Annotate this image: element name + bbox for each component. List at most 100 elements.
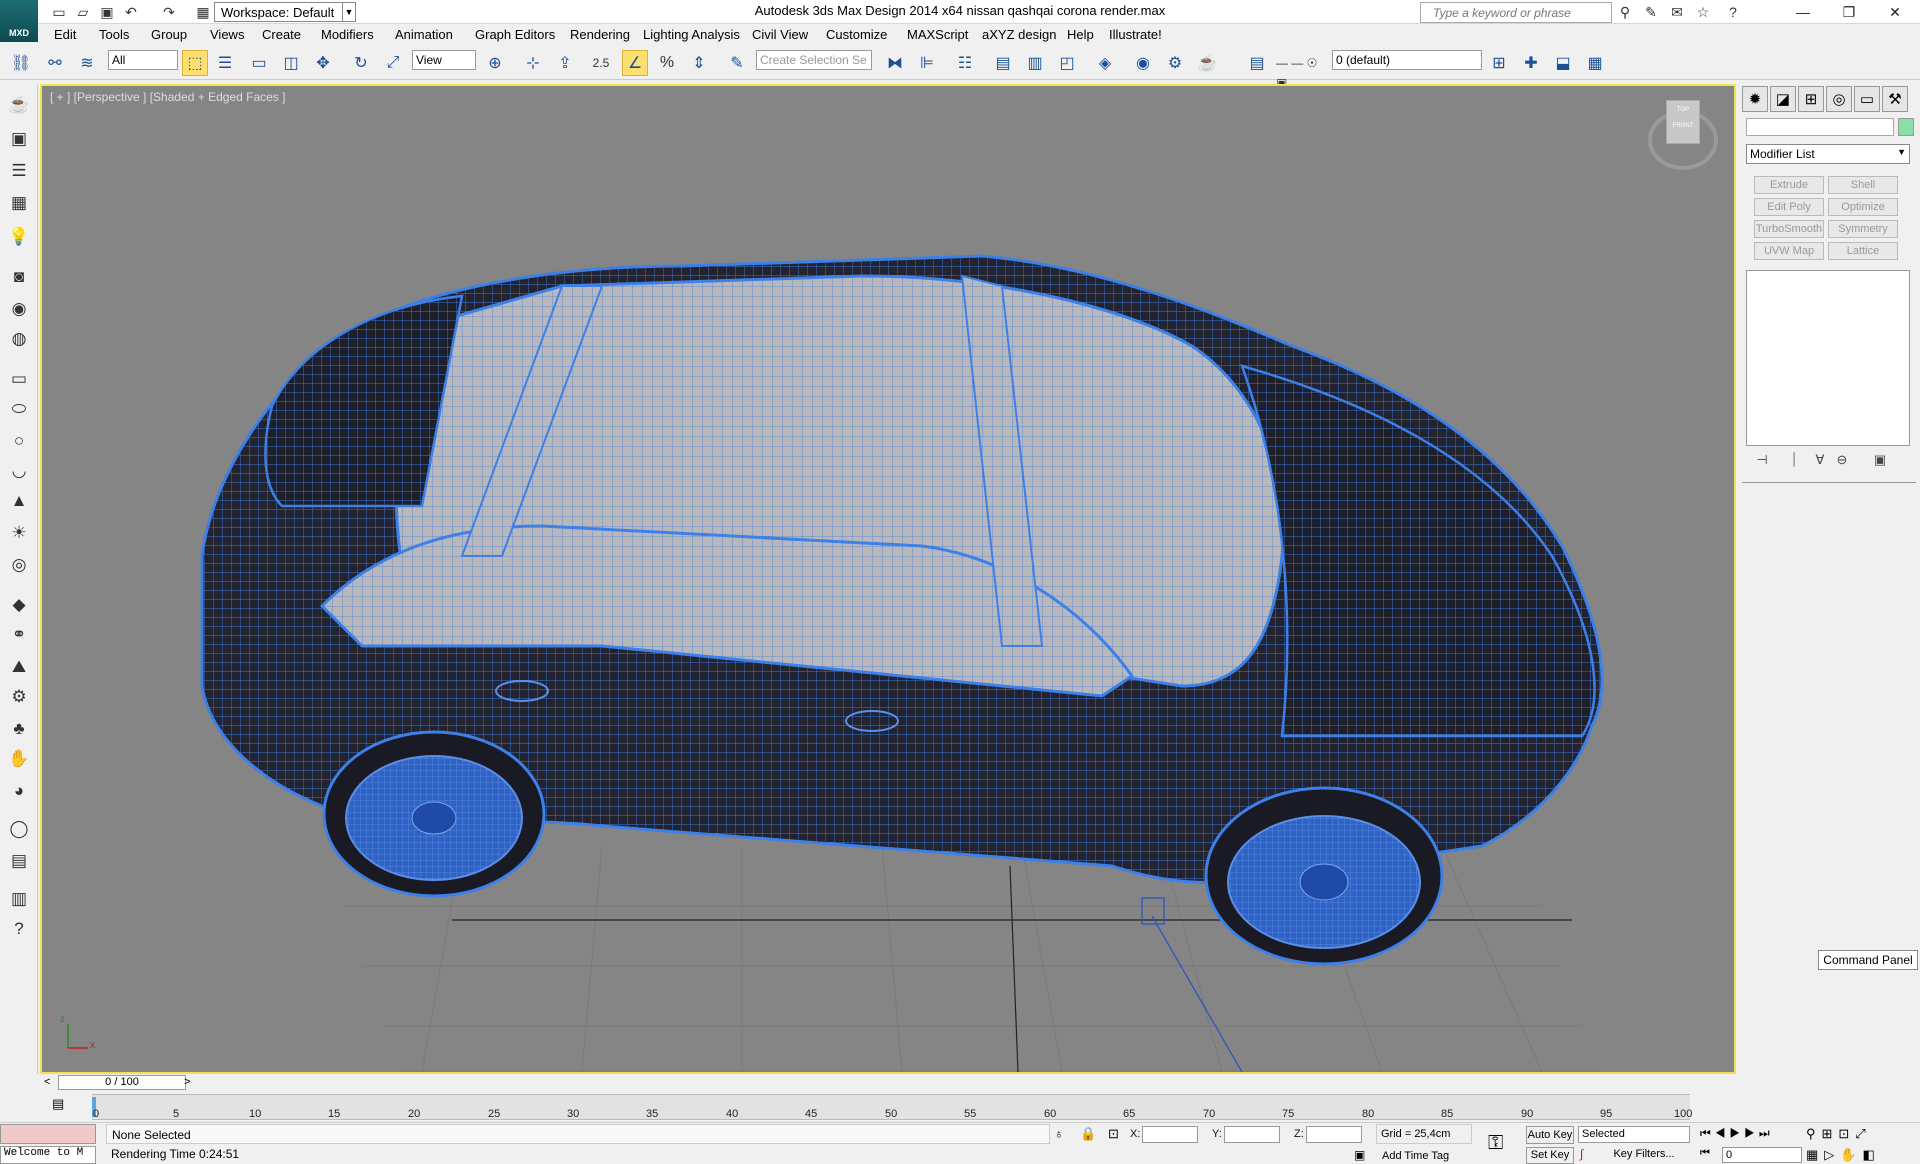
restore-icon[interactable]: ❐ — [1826, 0, 1872, 24]
select-layer-icon[interactable]: ⬓ — [1550, 50, 1576, 76]
menu-maxscript[interactable]: MAXScript — [907, 27, 968, 42]
create-tab-icon[interactable]: ✹ — [1742, 86, 1768, 112]
menu-customize[interactable]: Customize — [826, 27, 887, 42]
symmetry-button[interactable]: Symmetry — [1828, 220, 1898, 238]
menu-help[interactable]: Help — [1067, 27, 1094, 42]
select-scale-icon[interactable]: ⤢ — [380, 50, 406, 76]
next-frame-icon[interactable]: > — [184, 1076, 190, 1088]
modifier-list-dropdown[interactable]: Modifier List ▼ — [1746, 144, 1910, 164]
layer-state-icons[interactable]: — — ☉ ▣ — [1276, 53, 1332, 90]
communication-icon[interactable]: ✉ — [1666, 2, 1688, 22]
utilities-tab-icon[interactable]: ⚒ — [1882, 86, 1908, 112]
circle-icon[interactable]: ○ — [5, 428, 33, 454]
uvw-map-button[interactable]: UVW Map — [1754, 242, 1824, 260]
remove-modifier-icon[interactable]: ⊖ — [1832, 452, 1852, 470]
viewcube[interactable]: TOP FRONT — [1666, 100, 1700, 144]
curve-editor-icon[interactable]: ◰ — [1054, 50, 1080, 76]
hand-icon[interactable]: ✋ — [5, 746, 33, 772]
help-icon[interactable]: ? — [5, 916, 33, 942]
graphite-ribbon-icon[interactable]: ▥ — [1022, 50, 1048, 76]
viewport-nav-controls[interactable]: ⚲⊞⊡⤢ — [1806, 1126, 1872, 1142]
menu-edit[interactable]: Edit — [54, 27, 76, 42]
align-icon[interactable]: ⊫ — [914, 50, 940, 76]
render-frame-icon[interactable]: ▣ — [5, 126, 33, 152]
add-time-tag-button[interactable]: Add Time Tag — [1382, 1150, 1449, 1162]
menu-civil-view[interactable]: Civil View — [752, 27, 808, 42]
menu-tools[interactable]: Tools — [99, 27, 129, 42]
lock-selection-icon[interactable]: 🔒 — [1080, 1126, 1096, 1142]
menu-create[interactable]: Create — [262, 27, 301, 42]
menu-illustrate[interactable]: Illustrate! — [1109, 27, 1162, 42]
list-icon[interactable]: ☰ — [5, 158, 33, 184]
menu-modifiers[interactable]: Modifiers — [321, 27, 374, 42]
create-layer-icon[interactable]: ⊞ — [1486, 50, 1512, 76]
tree-icon[interactable]: ♣ — [5, 716, 33, 742]
keyboard-shortcut-icon[interactable]: ⇪ — [552, 50, 578, 76]
auto-key-button[interactable]: Auto Key — [1526, 1126, 1574, 1144]
menu-views[interactable]: Views — [210, 27, 244, 42]
link-icon[interactable]: ⛓ — [8, 50, 34, 76]
object-name-field[interactable] — [1746, 118, 1894, 136]
globe-icon[interactable]: ◯ — [5, 816, 33, 842]
sun-icon[interactable]: ☀ — [5, 520, 33, 546]
x-coordinate-field[interactable] — [1142, 1126, 1198, 1143]
mountain-icon[interactable]: ⛰ — [5, 654, 33, 680]
stone-icon[interactable]: ◕ — [5, 778, 33, 804]
time-tag-icon[interactable]: ▣ — [1354, 1148, 1365, 1162]
z-coordinate-field[interactable] — [1306, 1126, 1362, 1143]
key-icon[interactable]: ⚿ — [1488, 1132, 1503, 1155]
cube-icon[interactable]: ◆ — [5, 592, 33, 618]
menu-axyz-design[interactable]: aXYZ design — [982, 27, 1056, 42]
vray-icon[interactable]: ◉ — [5, 296, 33, 322]
help-icon[interactable]: ? — [1722, 2, 1744, 22]
y-coordinate-field[interactable] — [1224, 1126, 1280, 1143]
hold-icon[interactable]: ▦ — [192, 2, 214, 22]
window-crossing-icon[interactable]: ◫ — [278, 50, 304, 76]
subscription-icon[interactable]: ✎ — [1640, 2, 1662, 22]
pin-stack-icon[interactable]: ⊣ — [1752, 452, 1772, 470]
modify-tab-icon[interactable]: ◪ — [1770, 86, 1796, 112]
maxscript-listener-pink[interactable] — [0, 1124, 96, 1144]
rectangular-selection-icon[interactable]: ▭ — [246, 50, 272, 76]
pivot-center-icon[interactable]: ⊕ — [482, 50, 508, 76]
molecule-icon[interactable]: ⚭ — [5, 622, 33, 648]
menu-lighting-analysis[interactable]: Lighting Analysis — [643, 27, 740, 42]
table-icon[interactable]: ▦ — [5, 190, 33, 216]
select-manipulate-icon[interactable]: ⊹ — [520, 50, 546, 76]
select-by-name-icon[interactable]: ☰ — [212, 50, 238, 76]
menu-animation[interactable]: Animation — [395, 27, 453, 42]
track-bar-icon[interactable]: ▤ — [52, 1096, 72, 1114]
select-rotate-icon[interactable]: ↻ — [348, 50, 374, 76]
light-bulb-icon[interactable]: 💡 — [5, 224, 33, 250]
lattice-button[interactable]: Lattice — [1828, 242, 1898, 260]
modifier-stack[interactable] — [1746, 270, 1910, 446]
mirror-icon[interactable]: ⧓ — [882, 50, 908, 76]
prev-frame-icon[interactable]: < — [44, 1076, 50, 1088]
camera-icon[interactable]: ◙ — [5, 264, 33, 290]
edit-named-selection-icon[interactable]: ✎ — [724, 50, 750, 76]
make-unique-icon[interactable]: ∀ — [1810, 452, 1830, 470]
playback-controls[interactable]: ⏮◀▶▶⏭ — [1700, 1126, 1774, 1141]
configure-modifier-sets-icon[interactable]: ▣ — [1870, 452, 1890, 470]
time-slider[interactable]: 0 / 100 — [58, 1075, 186, 1090]
spinner-snap-icon[interactable]: ⇕ — [686, 50, 712, 76]
teapot-icon[interactable]: ☕ — [5, 92, 33, 118]
disc-icon[interactable]: ◎ — [5, 552, 33, 578]
viewcube-front-label[interactable]: FRONT — [1667, 123, 1699, 129]
plane-icon[interactable]: ▭ — [5, 366, 33, 392]
toggle-scene-explorer-icon[interactable]: ☷ — [952, 50, 978, 76]
layer-dropdown[interactable]: 0 (default) — [1332, 50, 1482, 70]
show-end-result-icon[interactable]: ⏐ — [1784, 452, 1804, 470]
binoculars-icon[interactable]: ⚲ — [1614, 2, 1636, 22]
viewcube-top-label[interactable]: TOP — [1667, 107, 1699, 113]
edit-poly-button[interactable]: Edit Poly — [1754, 198, 1824, 216]
object-color-swatch[interactable] — [1898, 118, 1914, 136]
favorites-icon[interactable]: ☆ — [1692, 2, 1714, 22]
viewport-nav-controls-2[interactable]: ▦▷✋◧ — [1806, 1147, 1881, 1163]
display-tab-icon[interactable]: ▭ — [1854, 86, 1880, 112]
select-object-icon[interactable]: ⬚ — [182, 50, 208, 76]
menu-group[interactable]: Group — [151, 27, 187, 42]
blob-icon[interactable]: ⬭ — [5, 396, 33, 422]
gear-icon[interactable]: ⚙ — [5, 684, 33, 710]
percent-snap-icon[interactable]: % — [654, 50, 680, 76]
